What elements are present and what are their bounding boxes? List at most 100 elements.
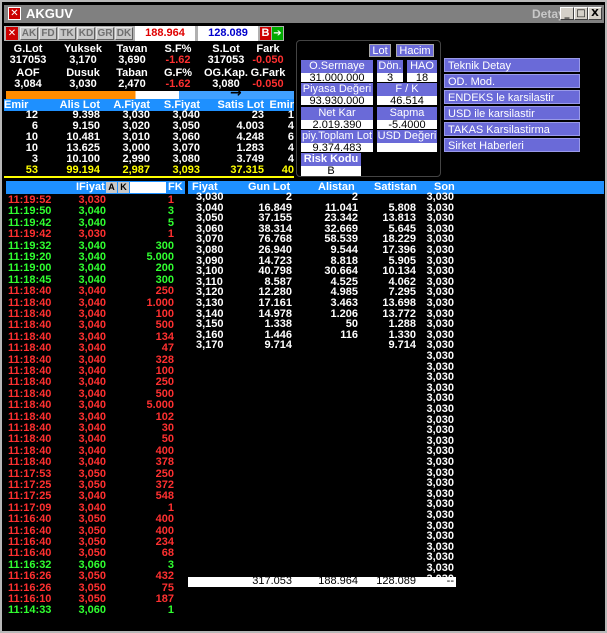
title-bar[interactable]: ✕ AKGUV Detay _ □ X	[4, 5, 604, 23]
trade-lot: 200	[155, 262, 174, 275]
trade-price: 3,050	[78, 547, 106, 560]
trade-time: 11:18:40	[8, 422, 52, 434]
trades-filter-a[interactable]: A	[106, 182, 117, 193]
trade-lot: 5.000	[146, 399, 174, 412]
trade-price: 3,040	[78, 433, 106, 446]
osermaye-label: O.Sermaye	[301, 60, 373, 73]
menu-item-2[interactable]: ENDEKS le karsilastir	[444, 90, 580, 104]
maximize-button[interactable]: □	[574, 7, 588, 20]
don-value: 3	[377, 73, 403, 82]
trade-lot: 5.000	[146, 251, 174, 263]
trade-lot: 100	[155, 365, 174, 377]
menu-item-4[interactable]: TAKAS Karsilastirma	[444, 122, 580, 136]
osermaye-value: 31.000.000	[301, 73, 373, 82]
trade-lot: 250	[155, 467, 174, 480]
trade-lot: 1	[167, 228, 174, 241]
trade-lot: 102	[155, 410, 174, 423]
trade-price: 3,040	[78, 365, 106, 377]
trade-time: 11:16:32	[8, 558, 52, 571]
book-total-1: 188.964	[318, 575, 358, 587]
menu-item-1[interactable]: OD. Mod.	[444, 74, 580, 88]
trade-price: 3,060	[78, 604, 106, 617]
trade-time: 11:18:40	[8, 330, 52, 343]
trade-time: 11:17:53	[8, 467, 52, 480]
trade-time: 11:16:26	[8, 581, 52, 594]
hao-value: 18	[407, 73, 437, 82]
trade-time: 11:19:50	[8, 205, 52, 218]
minimize-button[interactable]: _	[560, 7, 574, 20]
window-title: AKGUV	[26, 6, 73, 21]
close-button[interactable]: X	[588, 7, 602, 20]
depth-total-2: 2,987	[122, 164, 150, 176]
trade-time: 11:18:40	[8, 410, 52, 423]
b-button[interactable]: B	[260, 27, 271, 40]
toolbar-button-tk[interactable]: TK	[58, 27, 76, 40]
trade-price: 3,040	[78, 422, 106, 434]
trade-time: 11:17:09	[8, 501, 52, 514]
piyasa-label: Piyasa Değeri	[301, 83, 373, 96]
netkar-value: 2.019.390	[301, 120, 373, 129]
trade-time: 11:18:40	[8, 319, 52, 332]
toolbar-button-dk[interactable]: DK	[115, 27, 133, 40]
trade-price: 3,040	[78, 239, 106, 252]
trade-time: 11:18:40	[8, 444, 52, 457]
trade-time: 11:18:40	[8, 308, 52, 320]
book-cell-14-1: 9.714	[264, 339, 292, 352]
trade-time: 11:19:42	[8, 216, 52, 229]
trade-price: 3,040	[78, 387, 106, 400]
menu-item-3[interactable]: USD ile karsilastir	[444, 106, 580, 120]
depth-total-5: 40	[281, 164, 294, 176]
trade-lot: 1.000	[146, 296, 174, 309]
trade-lot: 300	[155, 273, 174, 286]
trade-price: 3,040	[78, 251, 106, 263]
trade-time: 11:16:40	[8, 536, 52, 548]
trade-lot: 400	[155, 524, 174, 537]
risk-label: Risk Kodu	[301, 153, 361, 166]
trade-time: 11:18:45	[8, 273, 52, 286]
lot-button[interactable]: Lot	[369, 44, 391, 57]
trade-lot: 100	[155, 308, 174, 320]
hacim-button[interactable]: Hacim	[396, 44, 434, 57]
trade-lot: 300	[155, 239, 174, 252]
trade-price: 3,040	[78, 376, 106, 389]
fk-label: F / K	[377, 83, 437, 96]
menu-item-0[interactable]: Teknik Detay	[444, 58, 580, 72]
summary-row1-values-0: 317053	[9, 54, 47, 66]
trade-lot: 134	[155, 330, 174, 343]
trade-price: 3,030	[78, 194, 106, 206]
info-panel: Lot Hacim O.Sermaye 31.000.000 Dön. 3 HA…	[296, 40, 441, 177]
trade-time: 11:18:40	[8, 342, 52, 355]
toolbar-button-fd[interactable]: FD	[39, 27, 57, 40]
summary-row2-values-5: -0.050	[252, 78, 284, 90]
trade-lot: 5	[167, 216, 174, 229]
don-label: Dön.	[377, 60, 403, 73]
summary-row1-values-2: 3,690	[118, 54, 146, 66]
trade-price: 3,040	[78, 308, 106, 320]
toolbar-button-ak[interactable]: AK	[20, 27, 38, 40]
trade-time: 11:18:40	[8, 399, 52, 412]
summary-row1-values-5: -0.050	[252, 54, 284, 66]
arrow-right-icon[interactable]: ➔	[272, 27, 283, 40]
trades-filter-k[interactable]: K	[118, 182, 129, 193]
trade-time: 11:16:40	[8, 547, 52, 560]
trade-time: 11:19:42	[8, 228, 52, 241]
trade-price: 3,040	[78, 319, 106, 332]
trade-lot: 400	[155, 513, 174, 526]
trade-lot: 400	[155, 444, 174, 457]
book-header-son-bg	[456, 181, 604, 194]
close-small-icon[interactable]: ✕	[6, 27, 18, 40]
trade-time: 11:18:40	[8, 285, 52, 298]
trades-header-fk[interactable]: FK	[168, 181, 183, 194]
summary-row2-values-3: -1.62	[165, 78, 191, 90]
trade-time: 11:18:40	[8, 365, 52, 377]
trade-price: 3,030	[78, 228, 106, 241]
fk-value: 46.514	[377, 96, 437, 105]
trade-price: 3,050	[78, 479, 106, 491]
trades-filter-input[interactable]	[130, 182, 166, 193]
summary-row2-values-2: 2,470	[118, 78, 146, 90]
toolbar-button-gr[interactable]: GR	[96, 27, 114, 40]
right-scroll-area[interactable]	[457, 194, 604, 631]
toolbar-button-kd[interactable]: KD	[77, 27, 95, 40]
depth-total-underline	[4, 176, 294, 178]
menu-item-5[interactable]: Sirket Haberleri	[444, 138, 580, 152]
